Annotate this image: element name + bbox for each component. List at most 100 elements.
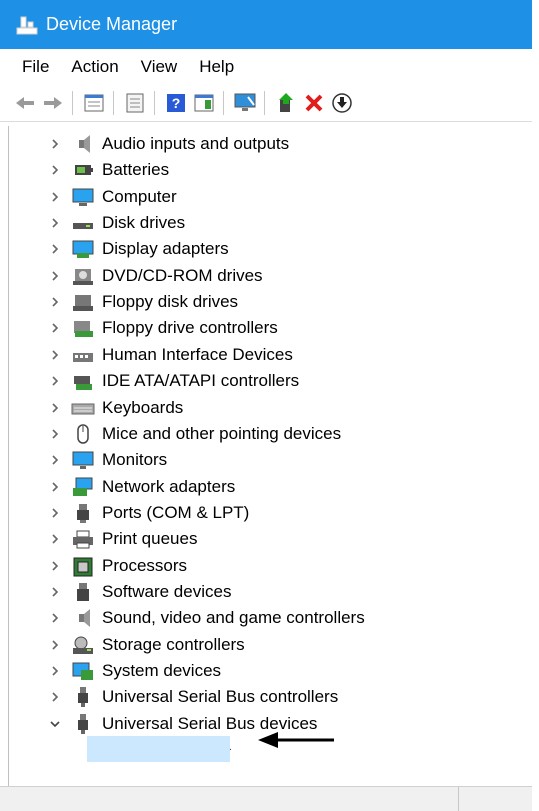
toolbar: ?	[0, 85, 532, 122]
svg-text:?: ?	[172, 95, 181, 111]
tree-item[interactable]: Sound, video and game controllers	[9, 605, 509, 631]
speaker-icon	[71, 133, 95, 155]
title-bar: Device Manager	[0, 0, 532, 49]
tree-item[interactable]: System devices	[9, 658, 509, 684]
chevron-right-icon[interactable]	[49, 375, 61, 387]
device-manager-icon	[16, 14, 38, 36]
tree-item[interactable]: Batteries	[9, 157, 509, 183]
chevron-right-icon[interactable]	[49, 138, 61, 150]
tree-item[interactable]: Disk drives	[9, 210, 509, 236]
tree-item[interactable]: Floppy drive controllers	[9, 315, 509, 341]
chevron-right-icon[interactable]	[49, 454, 61, 466]
window-edge	[532, 0, 539, 810]
chevron-right-icon[interactable]	[49, 691, 61, 703]
tree-item[interactable]: Keyboards	[9, 395, 509, 421]
floppy-icon	[71, 291, 95, 313]
printer-icon	[71, 528, 95, 550]
device-tree: Audio inputs and outputs Batteries Compute…	[8, 126, 533, 786]
tree-item[interactable]: Monitors	[9, 447, 509, 473]
chevron-right-icon[interactable]	[49, 586, 61, 598]
tree-item-label: Mice and other pointing devices	[102, 423, 342, 443]
mouse-icon	[71, 423, 95, 445]
tree-item-label: Keyboards	[102, 397, 184, 417]
toolbar-separator	[72, 91, 73, 115]
menu-file[interactable]: File	[0, 57, 60, 77]
tree-item-label: Batteries	[102, 160, 170, 180]
uninstall-icon[interactable]	[301, 90, 327, 116]
tree-item[interactable]: Computer	[9, 184, 509, 210]
system-icon	[71, 660, 95, 682]
tree-item-label: DVD/CD-ROM drives	[102, 265, 263, 285]
chevron-right-icon[interactable]	[49, 270, 61, 282]
processor-icon	[71, 555, 95, 577]
usb-icon	[71, 686, 95, 708]
computer-icon	[71, 186, 95, 208]
scan-hardware-icon[interactable]	[232, 90, 258, 116]
port-icon	[71, 502, 95, 524]
details-view-icon[interactable]	[191, 90, 217, 116]
hid-icon	[71, 344, 95, 366]
tree-item[interactable]: Audio inputs and outputs	[9, 131, 509, 157]
tree-item[interactable]: Processors	[9, 553, 509, 579]
menu-bar: File Action View Help	[0, 50, 532, 84]
chevron-right-icon[interactable]	[49, 428, 61, 440]
selected-device-highlight	[87, 736, 230, 762]
tree-item-label: Disk drives	[102, 213, 186, 233]
chevron-right-icon[interactable]	[49, 665, 61, 677]
disable-device-icon[interactable]	[329, 90, 355, 116]
tree-item[interactable]: Floppy disk drives	[9, 289, 509, 315]
chevron-right-icon[interactable]	[49, 612, 61, 624]
software-device-icon	[71, 581, 95, 603]
menu-help[interactable]: Help	[188, 57, 245, 77]
toolbar-separator	[154, 91, 155, 115]
chevron-right-icon[interactable]	[49, 533, 61, 545]
chevron-right-icon[interactable]	[49, 402, 61, 414]
help-icon[interactable]: ?	[163, 90, 189, 116]
tree-item[interactable]: Universal Serial Bus controllers	[9, 684, 509, 710]
tree-item[interactable]: Software devices	[9, 579, 509, 605]
properties-pane-icon[interactable]	[81, 90, 107, 116]
sound-icon	[71, 607, 95, 629]
forward-arrow-icon[interactable]	[40, 90, 66, 116]
tree-item-label: Floppy disk drives	[102, 292, 239, 312]
tree-item[interactable]: Print queues	[9, 526, 509, 552]
chevron-right-icon[interactable]	[49, 164, 61, 176]
chevron-right-icon[interactable]	[49, 217, 61, 229]
tree-item[interactable]: Network adapters	[9, 474, 509, 500]
chevron-right-icon[interactable]	[49, 560, 61, 572]
usb-icon	[71, 713, 95, 735]
menu-view[interactable]: View	[130, 57, 189, 77]
tree-item[interactable]: Display adapters	[9, 236, 509, 262]
tree-item[interactable]: Ports (COM & LPT)	[9, 500, 509, 526]
storage-icon	[71, 634, 95, 656]
status-separator	[458, 787, 459, 811]
toolbar-separator	[113, 91, 114, 115]
tree-item-label: Monitors	[102, 450, 168, 470]
annotation-arrow	[258, 732, 334, 748]
back-arrow-icon[interactable]	[12, 90, 38, 116]
chevron-right-icon[interactable]	[49, 191, 61, 203]
chevron-right-icon[interactable]	[49, 243, 61, 255]
chevron-right-icon[interactable]	[49, 349, 61, 361]
chevron-right-icon[interactable]	[49, 296, 61, 308]
chevron-right-icon[interactable]	[49, 507, 61, 519]
tree-item[interactable]: Human Interface Devices	[9, 342, 509, 368]
list-view-icon[interactable]	[122, 90, 148, 116]
update-driver-icon[interactable]	[273, 90, 299, 116]
tree-item[interactable]: Storage controllers	[9, 632, 509, 658]
menu-action[interactable]: Action	[60, 57, 129, 77]
tree-item[interactable]: IDE ATA/ATAPI controllers	[9, 368, 509, 394]
floppy-controller-icon	[71, 317, 95, 339]
tree-item[interactable]: Mice and other pointing devices	[9, 421, 509, 447]
disk-icon	[71, 212, 95, 234]
chevron-right-icon[interactable]	[49, 639, 61, 651]
monitor-icon	[71, 449, 95, 471]
tree-item-label: Audio inputs and outputs	[102, 134, 290, 153]
chevron-right-icon[interactable]	[49, 481, 61, 493]
battery-icon	[71, 159, 95, 181]
tree-item[interactable]: DVD/CD-ROM drives	[9, 263, 509, 289]
toolbar-separator	[223, 91, 224, 115]
chevron-right-icon[interactable]	[49, 322, 61, 334]
tree-item-label: Universal Serial Bus controllers	[102, 687, 339, 707]
chevron-down-icon[interactable]	[49, 718, 61, 730]
